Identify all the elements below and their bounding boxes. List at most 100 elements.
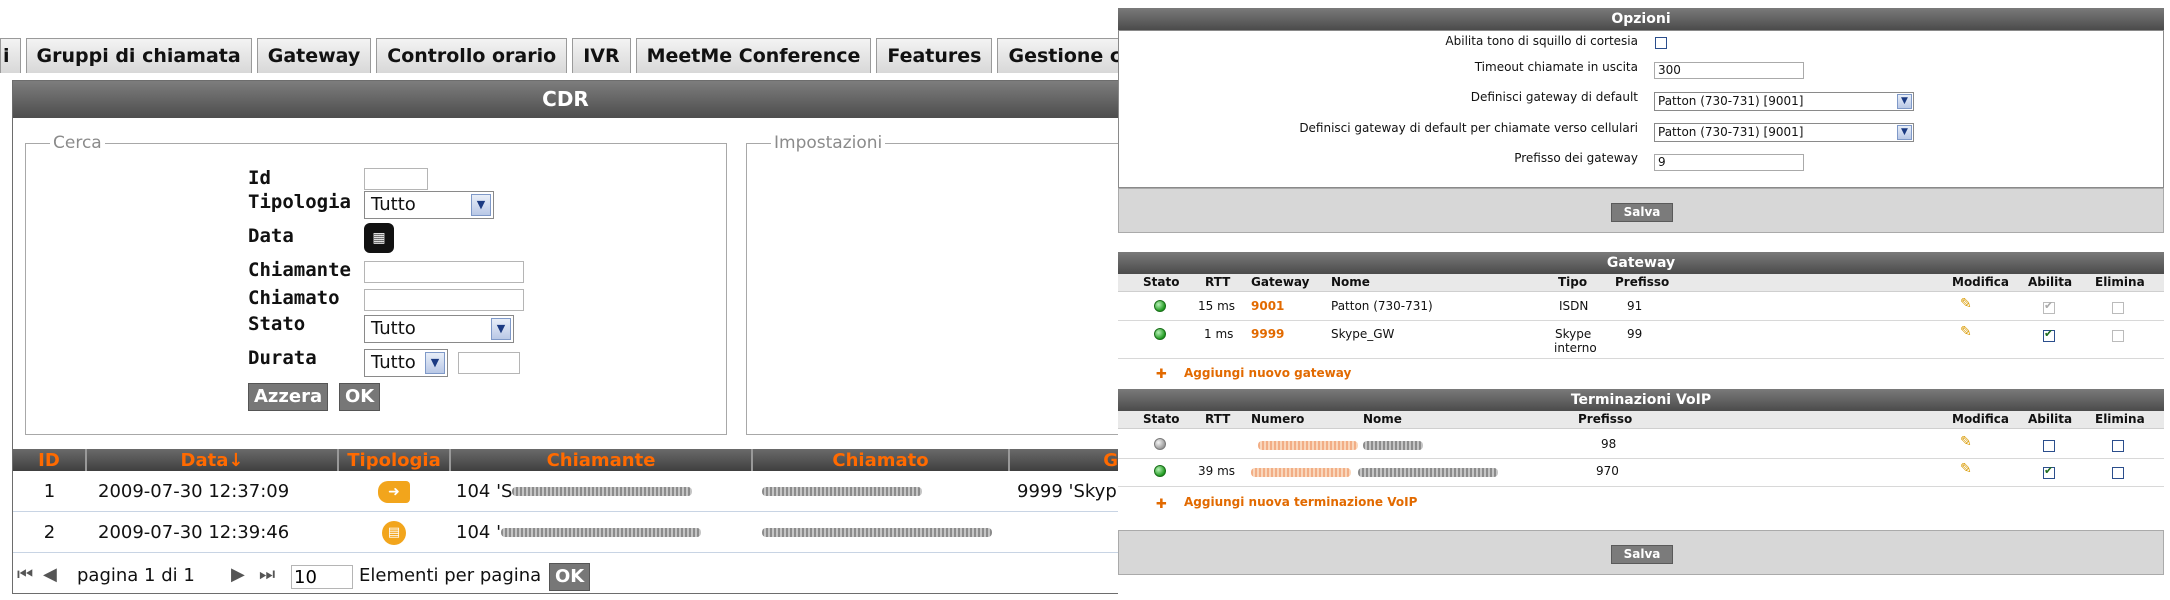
col-nome: Nome <box>1331 275 1370 289</box>
voip-column-headers: Stato RTT Numero Nome Prefisso Modifica … <box>1118 411 2164 429</box>
enable-checkbox[interactable] <box>2043 464 2055 479</box>
table-row[interactable]: 2 2009-07-30 12:39:46 ▤ 104 ' <box>13 511 1118 553</box>
column-header-gateway[interactable]: G <box>1009 449 1118 471</box>
first-page-icon[interactable]: ⏮ <box>17 564 33 585</box>
voip-rtt: 39 ms <box>1198 464 1236 478</box>
prev-page-icon[interactable]: ◀ <box>43 564 57 585</box>
enable-checkbox[interactable] <box>2043 327 2055 342</box>
default-gateway-select[interactable]: Patton (730-731) [9001] ▼ <box>1654 92 1914 111</box>
delete-checkbox[interactable] <box>2112 440 2124 452</box>
incoming-call-icon: ▤ <box>382 520 406 545</box>
per-page-input[interactable] <box>291 565 353 589</box>
gateway-prefix-label: Prefisso dei gateway <box>1514 151 1638 165</box>
column-header-chiamato[interactable]: Chiamato <box>752 449 1010 471</box>
tab-ivr[interactable]: IVR <box>572 38 631 73</box>
calendar-icon[interactable]: ▦ <box>364 223 394 253</box>
redacted-text <box>762 487 922 496</box>
chevron-down-icon: ▼ <box>1897 94 1912 109</box>
table-row[interactable]: 1 2009-07-30 12:37:09 ➜ 104 'S 9999 'Sky… <box>13 471 1118 512</box>
cdr-title: CDR <box>13 81 1118 118</box>
tab-meetme-conference[interactable]: MeetMe Conference <box>635 38 872 73</box>
column-header-id[interactable]: ID <box>13 449 87 471</box>
chevron-down-icon: ▼ <box>471 194 491 216</box>
column-header-chiamante[interactable]: Chiamante <box>450 449 753 471</box>
gw-code-link[interactable]: 9999 <box>1251 327 1284 341</box>
durata-select[interactable]: Tutto ▼ <box>364 349 448 377</box>
id-input[interactable] <box>364 168 428 190</box>
redacted-text <box>762 528 992 537</box>
settings-fieldset: Impostazioni <box>746 133 1127 435</box>
delete-checkbox[interactable] <box>2112 330 2124 342</box>
add-icon[interactable]: ✚ <box>1156 498 1168 511</box>
col-tipo: Tipo <box>1558 275 1588 289</box>
col-abilita: Abilita <box>2028 275 2073 289</box>
edit-pencil-icon[interactable]: ✎ <box>1960 461 1972 477</box>
voip-prefix: 98 <box>1601 437 1617 451</box>
search-fieldset: Cerca Id Tipologia Tutto ▼ Data ▦ Chiaman… <box>25 133 727 435</box>
col-gateway: Gateway <box>1251 275 1310 289</box>
column-header-data[interactable]: Data↓ <box>86 449 339 471</box>
add-voip-link[interactable]: Aggiungi nuova terminazione VoIP <box>1184 495 1417 509</box>
tipologia-select[interactable]: Tutto ▼ <box>364 191 494 219</box>
ring-tone-label: Abilita tono di squillo di cortesia <box>1445 34 1638 48</box>
edit-pencil-icon[interactable]: ✎ <box>1960 324 1972 340</box>
opzioni-save-button[interactable]: Salva <box>1611 203 1673 222</box>
durata-input[interactable] <box>458 352 520 374</box>
col-elimina: Elimina <box>2095 412 2145 426</box>
reset-button[interactable]: Azzera <box>248 383 329 411</box>
stato-select[interactable]: Tutto ▼ <box>364 315 514 343</box>
voip-title: Terminazioni VoIP <box>1118 389 2164 411</box>
edit-pencil-icon[interactable]: ✎ <box>1960 434 1972 450</box>
redacted-number <box>1258 441 1358 450</box>
gateway-column-headers: Stato RTT Gateway Nome Tipo Prefisso Mod… <box>1118 274 2164 292</box>
enable-checkbox[interactable] <box>2043 440 2055 452</box>
per-page-ok-button[interactable]: OK <box>549 563 591 591</box>
chiamante-input[interactable] <box>364 261 524 283</box>
cell-gateway <box>1009 511 1118 553</box>
delete-checkbox[interactable] <box>2112 467 2124 479</box>
default-gateway-label: Definisci gateway di default <box>1470 90 1638 104</box>
tab-gruppi-di-chiamata[interactable]: Gruppi di chiamata <box>25 38 252 73</box>
voip-footer: Salva <box>1118 530 2164 575</box>
redacted-text <box>512 487 693 496</box>
tab-features[interactable]: Features <box>876 38 993 73</box>
column-header-tipologia[interactable]: Tipologia <box>338 449 451 471</box>
cdr-table: ID Data↓ Tipologia Chiamante Chiamato G … <box>13 449 1118 553</box>
status-online-icon <box>1154 300 1166 312</box>
timeout-input[interactable]: 300 <box>1654 62 1804 79</box>
chiamato-label: Chiamato <box>248 287 340 309</box>
enable-checkbox[interactable] <box>2043 299 2055 314</box>
col-stato: Stato <box>1143 412 1180 426</box>
page-indicator: pagina 1 di 1 <box>77 565 195 586</box>
settings-legend: Impostazioni <box>774 133 883 153</box>
next-page-icon[interactable]: ▶ <box>231 564 245 585</box>
tab-gateway[interactable]: Gateway <box>256 38 372 73</box>
tipologia-value: Tutto <box>371 194 416 215</box>
pagination: ⏮ ◀ pagina 1 di 1 ▶ ⏭ Elementi per pagin… <box>13 561 1118 591</box>
status-offline-icon <box>1154 438 1166 450</box>
gw-type-detail: interno <box>1554 341 1597 355</box>
durata-label: Durata <box>248 347 317 369</box>
last-page-icon[interactable]: ⏭ <box>259 564 275 585</box>
tab-partial[interactable]: i <box>0 38 21 73</box>
edit-pencil-icon[interactable]: ✎ <box>1960 296 1972 312</box>
col-rtt: RTT <box>1205 412 1231 426</box>
gw-code-link[interactable]: 9001 <box>1251 299 1284 313</box>
delete-checkbox[interactable] <box>2112 302 2124 314</box>
gateway-prefix-input[interactable]: 9 <box>1654 154 1804 171</box>
add-icon[interactable]: ✚ <box>1156 368 1168 381</box>
add-gateway-link[interactable]: Aggiungi nuovo gateway <box>1184 366 1351 380</box>
col-modifica: Modifica <box>1952 412 2009 426</box>
col-stato: Stato <box>1143 275 1180 289</box>
redacted-name <box>1363 441 1423 450</box>
chiamato-input[interactable] <box>364 289 524 311</box>
ok-button[interactable]: OK <box>339 383 381 411</box>
col-prefisso: Prefisso <box>1578 412 1633 426</box>
ring-tone-checkbox[interactable] <box>1655 37 1667 49</box>
tab-controllo-orario[interactable]: Controllo orario <box>376 38 568 73</box>
cell-date: 2009-07-30 12:37:09 <box>86 471 338 512</box>
voip-save-button[interactable]: Salva <box>1611 545 1673 564</box>
mobile-gateway-select[interactable]: Patton (730-731) [9001] ▼ <box>1654 123 1914 142</box>
cell-id: 1 <box>13 471 86 512</box>
cell-date: 2009-07-30 12:39:46 <box>86 511 338 553</box>
